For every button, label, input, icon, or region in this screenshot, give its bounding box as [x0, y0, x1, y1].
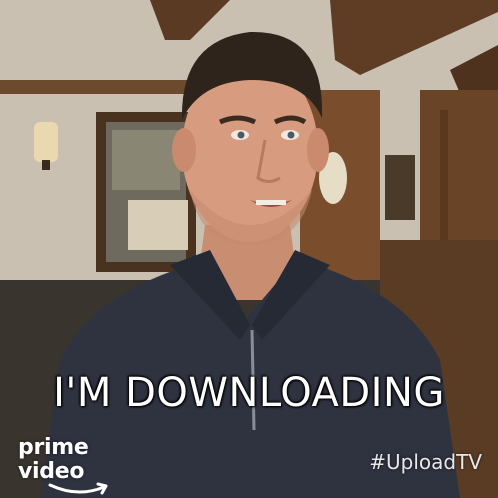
prime-video-logo: prime video [18, 436, 158, 498]
lamp [128, 200, 188, 250]
wall-sconce [34, 122, 58, 162]
scene-background [0, 0, 498, 498]
meme-caption: I'M DOWNLOADING [53, 370, 445, 416]
amazon-smile-icon [48, 482, 108, 495]
right-frame [385, 155, 415, 220]
gif-frame: I'M DOWNLOADING prime video #UploadTV [0, 0, 498, 498]
prime-video-wordmark: prime video [18, 435, 89, 484]
wall-rail [0, 80, 200, 94]
show-hashtag: #UploadTV [369, 450, 482, 474]
